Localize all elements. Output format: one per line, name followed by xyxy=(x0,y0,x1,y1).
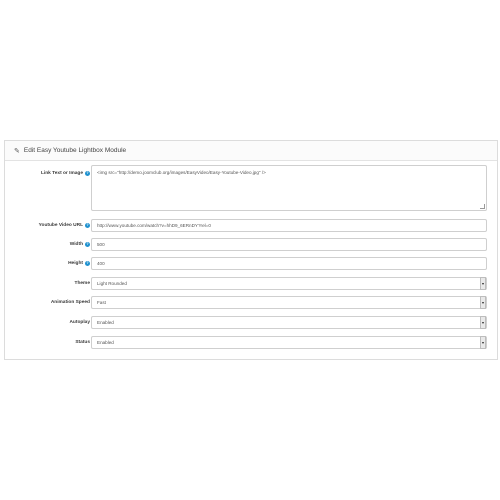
width-label: Width xyxy=(69,242,83,247)
status-select[interactable]: Enabled ▾ xyxy=(91,336,487,349)
theme-label: Theme xyxy=(74,281,90,286)
caret-down-icon[interactable]: ▾ xyxy=(480,336,486,349)
animation-speed-value: Fast xyxy=(97,300,106,305)
theme-select[interactable]: Light Rounded ▾ xyxy=(91,277,487,290)
youtube-url-label: Youtube Video URL xyxy=(38,223,83,228)
help-icon[interactable]: ? xyxy=(85,242,90,247)
animation-speed-label: Animation Speed xyxy=(50,300,90,305)
autoplay-value: Enabled xyxy=(97,320,114,325)
help-icon[interactable]: ? xyxy=(85,223,90,228)
height-label: Height xyxy=(68,261,83,266)
autoplay-label: Autoplay xyxy=(69,320,90,325)
theme-label-wrap: Theme xyxy=(75,281,90,286)
link-text-label: Link Text or Image xyxy=(40,171,83,176)
status-value: Enabled xyxy=(97,340,114,345)
caret-down-icon[interactable]: ▾ xyxy=(480,277,486,290)
link-text-value: <img src="http://demo.joomclub.org/image… xyxy=(97,170,266,175)
status-label-wrap: Status xyxy=(75,340,90,345)
youtube-url-label-wrap: Youtube Video URL ? xyxy=(39,223,90,228)
panel-title: Edit Easy Youtube Lightbox Module xyxy=(23,147,127,154)
pencil-icon: ✎ xyxy=(14,147,20,155)
height-input[interactable]: 400 xyxy=(91,257,487,270)
youtube-url-value: http://www.youtube.com/watch?v=hhD9_6ERn… xyxy=(97,223,211,228)
width-label-wrap: Width ? xyxy=(70,242,90,247)
help-icon[interactable]: ? xyxy=(85,171,90,176)
animation-speed-label-wrap: Animation Speed xyxy=(51,300,90,305)
autoplay-select[interactable]: Enabled ▾ xyxy=(91,316,487,329)
caret-down-icon[interactable]: ▾ xyxy=(480,316,486,329)
width-input[interactable]: 500 xyxy=(91,238,487,251)
link-text-label-wrap: Link Text or Image ? xyxy=(41,171,90,176)
theme-value: Light Rounded xyxy=(97,281,127,286)
caret-down-icon[interactable]: ▾ xyxy=(480,296,486,309)
height-label-wrap: Height ? xyxy=(68,261,90,266)
resize-handle[interactable] xyxy=(480,204,485,209)
autoplay-label-wrap: Autoplay xyxy=(69,320,90,325)
status-label: Status xyxy=(75,340,90,345)
help-icon[interactable]: ? xyxy=(85,261,90,266)
panel-heading: ✎ Edit Easy Youtube Lightbox Module xyxy=(5,141,497,161)
youtube-url-input[interactable]: http://www.youtube.com/watch?v=hhD9_6ERn… xyxy=(91,219,487,232)
link-text-textarea[interactable]: <img src="http://demo.joomclub.org/image… xyxy=(91,165,487,211)
height-value: 400 xyxy=(97,261,105,266)
animation-speed-select[interactable]: Fast ▾ xyxy=(91,296,487,309)
width-value: 500 xyxy=(97,242,105,247)
